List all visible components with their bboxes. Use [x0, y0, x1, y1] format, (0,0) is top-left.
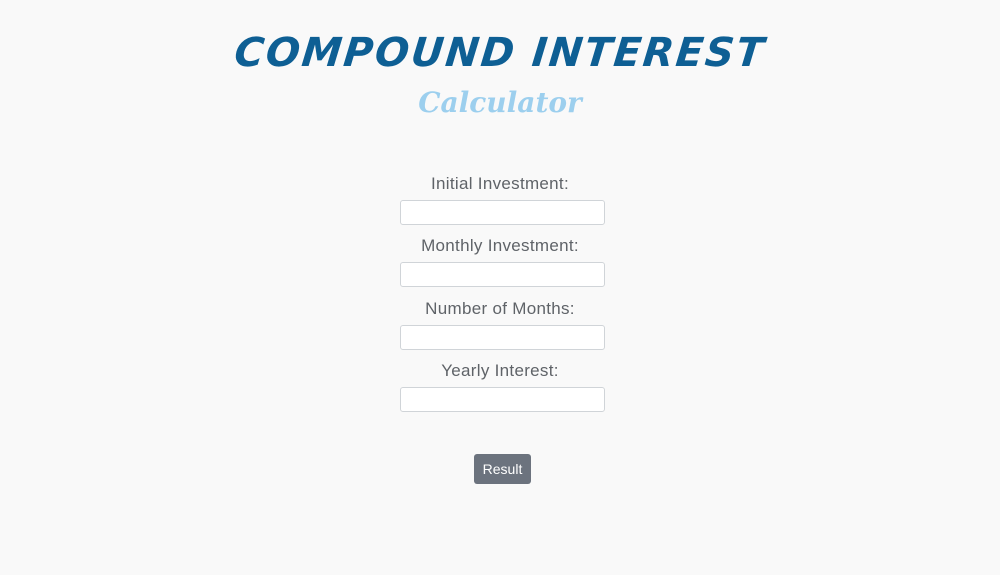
calculator-page: COMPOUND INTEREST Calculator Initial Inv… — [0, 0, 1000, 575]
monthly-investment-label: Monthly Investment: — [421, 236, 579, 255]
yearly-interest-input[interactable] — [400, 387, 605, 412]
monthly-investment-input[interactable] — [400, 262, 605, 287]
page-title: COMPOUND INTEREST — [232, 30, 768, 76]
number-of-months-label: Number of Months: — [425, 299, 575, 318]
page-subtitle: Calculator — [418, 86, 582, 119]
yearly-interest-label: Yearly Interest: — [441, 361, 559, 380]
initial-investment-label: Initial Investment: — [431, 174, 569, 193]
result-button[interactable]: Result — [474, 454, 531, 484]
number-of-months-input[interactable] — [400, 325, 605, 350]
initial-investment-input[interactable] — [400, 200, 605, 225]
